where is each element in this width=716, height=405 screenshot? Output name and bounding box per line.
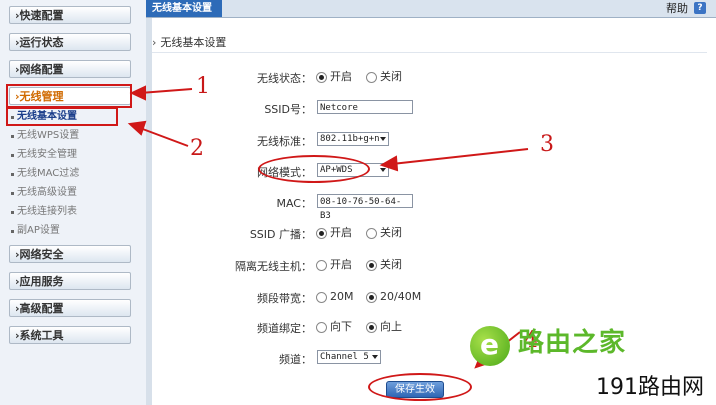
watermark-brand: 路由之家 [518, 328, 627, 358]
annotation-number-3: 3 [540, 132, 554, 157]
watermark-corner-text: 191路由网 [584, 371, 716, 405]
annotation-number-2: 2 [190, 136, 204, 161]
watermark-logo-letter: e [480, 328, 499, 361]
annotation-number-1: 1 [196, 74, 210, 99]
